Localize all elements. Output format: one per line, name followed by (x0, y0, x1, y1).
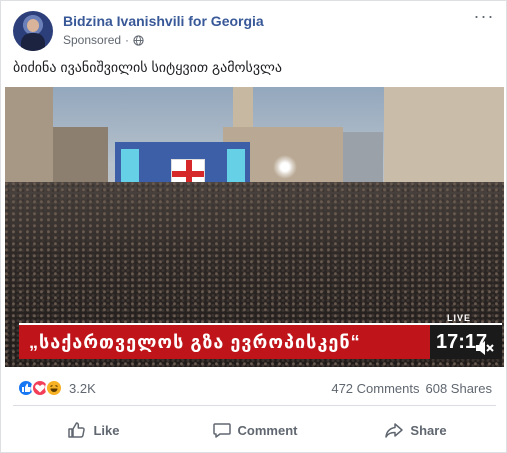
sponsored-post-card: Bidzina Ivanishvili for Georgia Sponsore… (0, 0, 507, 453)
comment-share-counts: 472 Comments 608 Shares (331, 381, 492, 396)
share-arrow-icon (385, 423, 404, 438)
news-headline: „საქართველოს გზა ევროპისკენ“ (29, 332, 361, 352)
reactions-summary[interactable]: 3.2K (17, 379, 96, 397)
haha-icon (45, 379, 63, 397)
avatar-body (21, 33, 45, 51)
comment-icon (212, 423, 231, 438)
video-stage-screen (121, 149, 139, 185)
actions-divider (13, 405, 496, 406)
post-actions-bar: Like Comment Share (13, 409, 496, 451)
sponsored-row: Sponsored · (63, 33, 144, 47)
share-button[interactable]: Share (335, 409, 496, 451)
mute-icon[interactable] (474, 339, 494, 357)
comment-button[interactable]: Comment (174, 409, 335, 451)
page-avatar[interactable] (13, 11, 53, 51)
shares-count-link[interactable]: 608 Shares (426, 381, 493, 396)
globe-icon[interactable] (133, 34, 144, 46)
video-stage-screen (227, 149, 245, 185)
like-button[interactable]: Like (13, 409, 174, 451)
post-header: Bidzina Ivanishvili for Georgia Sponsore… (13, 7, 496, 51)
comments-count-link[interactable]: 472 Comments (331, 381, 419, 396)
page-name-link[interactable]: Bidzina Ivanishvili for Georgia (63, 13, 264, 29)
news-banner: „საქართველოს გზა ევროპისკენ“ (19, 323, 430, 359)
video-player[interactable]: „საქართველოს გზა ევროპისკენ“ LIVE 17:17 (5, 87, 504, 367)
comment-label: Comment (237, 422, 298, 438)
like-label: Like (93, 422, 120, 438)
avatar-head (27, 19, 39, 32)
stage-light (273, 155, 297, 179)
more-options-icon[interactable]: ··· (472, 7, 496, 27)
reaction-count[interactable]: 3.2K (69, 381, 96, 396)
sponsored-label[interactable]: Sponsored (63, 33, 121, 47)
post-text: ბიძინა ივანიშვილის სიტყვით გამოსვლა (13, 59, 283, 75)
share-label: Share (410, 422, 447, 438)
separator-dot: · (125, 33, 130, 47)
thumbs-up-icon (68, 422, 86, 438)
